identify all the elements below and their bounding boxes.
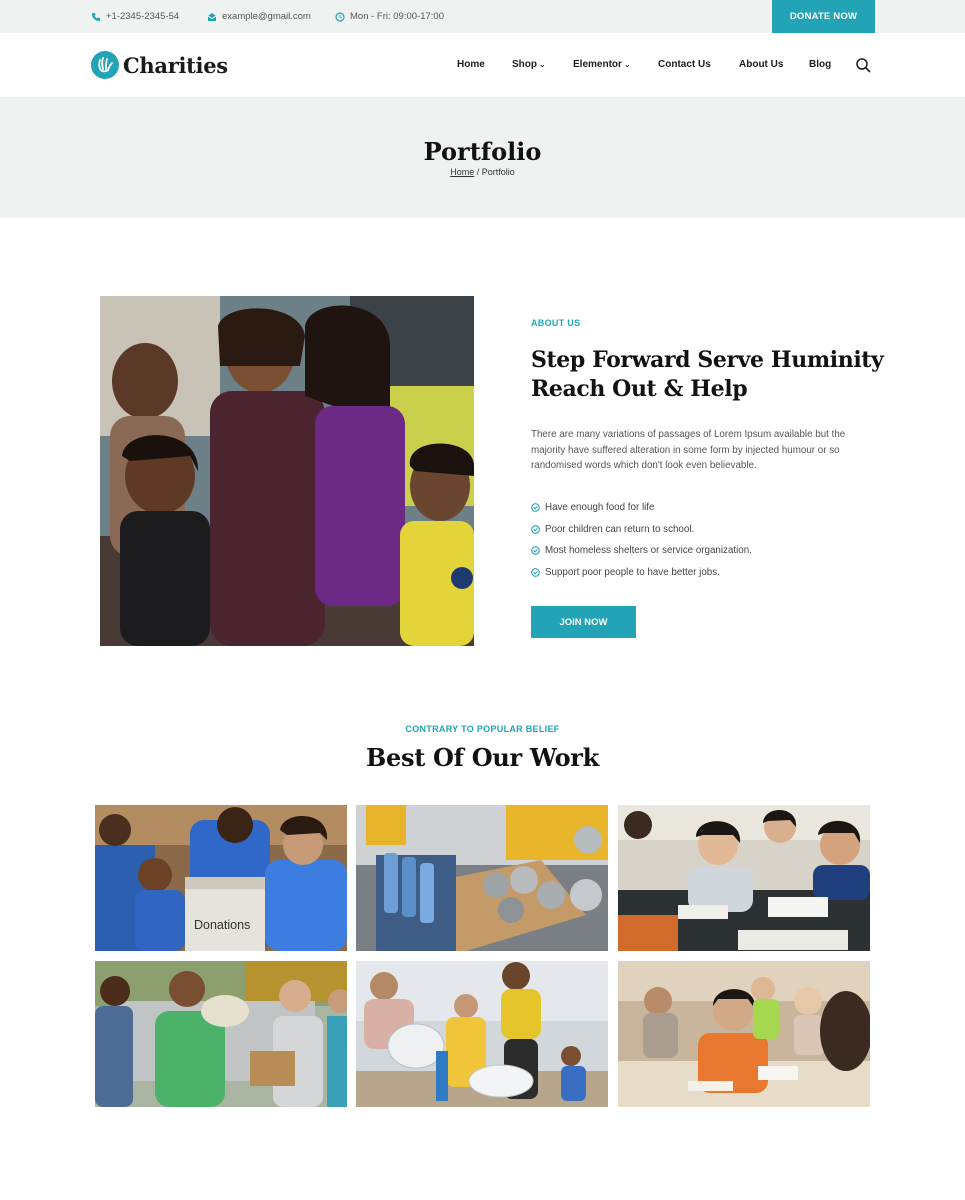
logo-text: Charities	[123, 52, 228, 78]
charity-hand-logo-icon	[91, 51, 119, 79]
breadcrumb-separator: /	[474, 167, 482, 177]
portfolio-item-classroom[interactable]	[618, 805, 870, 951]
page-title: Portfolio	[423, 137, 542, 166]
breadcrumb: Home / Portfolio	[0, 167, 965, 177]
donate-now-button[interactable]: DONATE NOW	[772, 0, 875, 33]
site-header: Charities Home Shop ⌄ Elementor ⌄ Contact …	[0, 33, 965, 97]
search-icon[interactable]	[855, 57, 871, 73]
page-heading-band: Portfolio Home / Portfolio	[0, 97, 965, 218]
list-item-text: Poor children can return to school.	[545, 523, 695, 535]
check-circle-icon	[531, 546, 540, 556]
join-now-button[interactable]: JOIN NOW	[531, 606, 636, 638]
clock-icon	[335, 11, 345, 22]
portfolio-item-beach-cleanup[interactable]	[356, 961, 608, 1107]
about-children-photo	[100, 296, 474, 646]
nav-home[interactable]: Home	[457, 59, 485, 70]
work-section-title: Best Of Our Work	[366, 743, 599, 772]
check-circle-icon	[531, 503, 540, 513]
nav-shop[interactable]: Shop ⌄	[512, 59, 546, 70]
donations-box-text: Donations	[194, 918, 250, 932]
check-circle-icon	[531, 567, 540, 577]
mail-icon	[207, 12, 217, 21]
phone-icon	[92, 12, 100, 21]
hours-text: Mon - Fri: 09:00-17:00	[350, 11, 444, 22]
list-item-text: Have enough food for life	[545, 502, 655, 514]
portfolio-item-volunteers[interactable]	[95, 961, 347, 1107]
nav-contact-us[interactable]: Contact Us	[658, 59, 711, 70]
chevron-down-icon: ⌄	[623, 60, 631, 69]
nav-shop-label: Shop	[512, 59, 537, 70]
nav-elementor[interactable]: Elementor ⌄	[573, 59, 631, 70]
list-item: Have enough food for life	[531, 497, 752, 519]
phone-text: +1-2345-2345-54	[106, 11, 180, 22]
portfolio-item-kids-learning[interactable]	[618, 961, 870, 1107]
benefits-checklist: Have enough food for life Poor children …	[531, 497, 752, 583]
portfolio-item-food-drive[interactable]	[356, 805, 608, 951]
logo[interactable]: Charities	[91, 51, 228, 79]
email-text: example@gmail.com	[222, 11, 311, 22]
about-section-label: ABOUT US	[531, 318, 581, 328]
hours-info: Mon - Fri: 09:00-17:00	[335, 0, 444, 33]
breadcrumb-home-link[interactable]: Home	[450, 167, 474, 177]
chevron-down-icon: ⌄	[539, 60, 546, 69]
portfolio-item-donations[interactable]: Donations	[95, 805, 347, 951]
check-circle-icon	[531, 524, 540, 534]
list-item: Poor children can return to school.	[531, 519, 752, 541]
about-section-text: There are many variations of passages of…	[531, 429, 846, 471]
list-item: Support poor people to have better jobs.	[531, 562, 752, 584]
breadcrumb-current: Portfolio	[481, 167, 515, 177]
nav-elementor-label: Elementor	[573, 59, 622, 70]
top-bar: +1-2345-2345-54 example@gmail.com Mon - …	[0, 0, 965, 33]
phone-info: +1-2345-2345-54	[91, 0, 179, 33]
list-item-text: Most homeless shelters or service organi…	[545, 545, 752, 557]
nav-about-us[interactable]: About Us	[739, 59, 783, 70]
list-item: Most homeless shelters or service organi…	[531, 540, 752, 562]
about-section-title: Step Forward Serve Huminity Reach Out & …	[531, 347, 884, 402]
work-section-label: CONTRARY TO POPULAR BELIEF	[405, 724, 560, 734]
list-item-text: Support poor people to have better jobs.	[545, 566, 720, 578]
nav-blog[interactable]: Blog	[809, 59, 831, 70]
email-info: example@gmail.com	[207, 0, 311, 33]
